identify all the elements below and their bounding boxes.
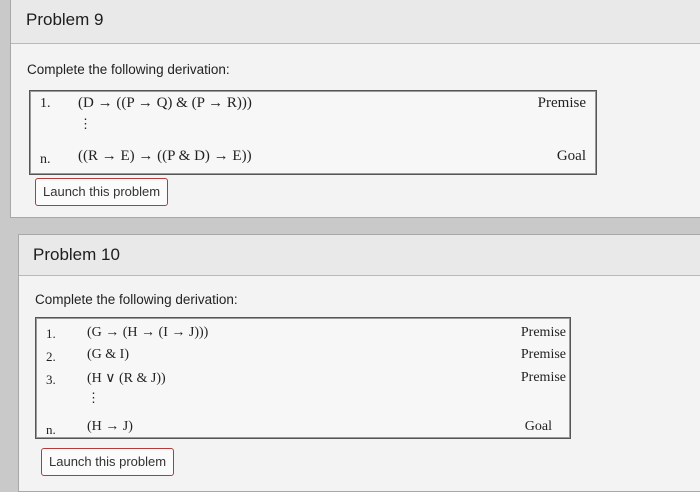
line-formula: (G & I) xyxy=(87,347,129,362)
line-number: 3. xyxy=(46,372,56,387)
problem-card-10: Problem 10 Complete the following deriva… xyxy=(18,234,700,492)
line-formula: ((R → E) → ((P & D) → E)) xyxy=(78,148,252,164)
problem-card-9: Problem 9 Complete the following derivat… xyxy=(10,0,700,218)
problem-title: Problem 9 xyxy=(26,10,104,29)
launch-problem-button[interactable]: Launch this problem xyxy=(41,448,175,476)
line-number: n. xyxy=(46,422,56,437)
derivation-box: 1. (G → (H → (I → J))) Premise 2. (G & I… xyxy=(35,317,571,439)
line-number: 2. xyxy=(46,349,56,364)
problem-instruction: Complete the following derivation: xyxy=(35,292,238,307)
line-number: n. xyxy=(40,152,51,167)
problem-title: Problem 10 xyxy=(33,245,120,264)
launch-problem-button[interactable]: Launch this problem xyxy=(35,178,169,206)
line-justification: Goal xyxy=(524,419,552,434)
ellipsis-dots: ⋮ xyxy=(87,390,100,405)
line-number: 1. xyxy=(40,96,51,111)
line-formula: (H ∨ (R & J)) xyxy=(87,371,166,386)
problem-header: Problem 10 xyxy=(19,235,700,276)
ellipsis-dots: ⋮ xyxy=(79,116,92,131)
line-formula: (G → (H → (I → J))) xyxy=(87,325,209,340)
line-justification: Premise xyxy=(520,347,566,362)
derivation-box: 1. (D → ((P → Q) & (P → R))) Premise ⋮ n… xyxy=(29,90,597,175)
line-justification: Goal xyxy=(556,148,586,164)
line-number: 1. xyxy=(46,326,56,341)
problem-header: Problem 9 xyxy=(11,0,700,44)
line-formula: (H → J) xyxy=(87,419,133,434)
line-formula: (D → ((P → Q) & (P → R))) xyxy=(78,95,252,111)
line-justification: Premise xyxy=(520,370,566,385)
line-justification: Premise xyxy=(537,95,586,111)
line-justification: Premise xyxy=(520,325,566,340)
problem-instruction: Complete the following derivation: xyxy=(27,62,230,77)
